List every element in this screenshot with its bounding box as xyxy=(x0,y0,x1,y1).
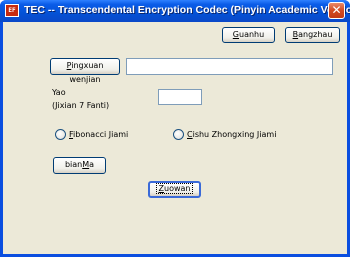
bianma-label-pre: bian xyxy=(64,160,83,169)
fibonacci-jiami-radio[interactable] xyxy=(55,129,66,140)
pingxuan-wenjian-button[interactable]: Pingxuan wenjian xyxy=(50,58,120,84)
bianma-label-post: a xyxy=(89,160,95,169)
yao-hint-label: (Jixian 7 Fanti) xyxy=(52,101,110,110)
fibonacci-jiami-label: Fibonacci Jiami xyxy=(69,130,128,139)
cishu-zhongxing-jiami-label: Cishu Zhongxing Jiami xyxy=(187,130,276,139)
title-bar[interactable]: EF TEC -- Transcendental Encryption Code… xyxy=(0,0,350,22)
zuowan-label-post: uowan xyxy=(164,184,191,193)
pingxuan-label-post: ingxuan wenjian xyxy=(69,61,104,84)
guanhu-button[interactable]: Guanhu xyxy=(222,27,275,43)
main-window: EF TEC -- Transcendental Encryption Code… xyxy=(0,0,350,257)
close-button[interactable]: ✕ xyxy=(328,2,345,19)
zuowan-focus-ring: Zuowan xyxy=(155,183,194,194)
window-title: TEC -- Transcendental Encryption Codec (… xyxy=(24,4,350,16)
app-icon: EF xyxy=(5,4,19,17)
yao-key-input[interactable] xyxy=(158,89,202,105)
file-path-input[interactable] xyxy=(126,58,333,75)
cishu-label-post: ishu Zhongxing Jiami xyxy=(192,130,277,139)
bianma-button[interactable]: bianMa xyxy=(53,157,106,174)
cishu-zhongxing-jiami-radio[interactable] xyxy=(173,129,184,140)
bangzhau-label-post: angzhau xyxy=(298,30,333,39)
guanhu-label-post: uanhu xyxy=(239,30,265,39)
fibonacci-label-post: ibonacci Jiami xyxy=(73,130,129,139)
bangzhau-button[interactable]: Bangzhau xyxy=(285,27,340,43)
yao-label: Yao xyxy=(52,88,66,97)
zuowan-button[interactable]: Zuowan xyxy=(148,181,201,198)
